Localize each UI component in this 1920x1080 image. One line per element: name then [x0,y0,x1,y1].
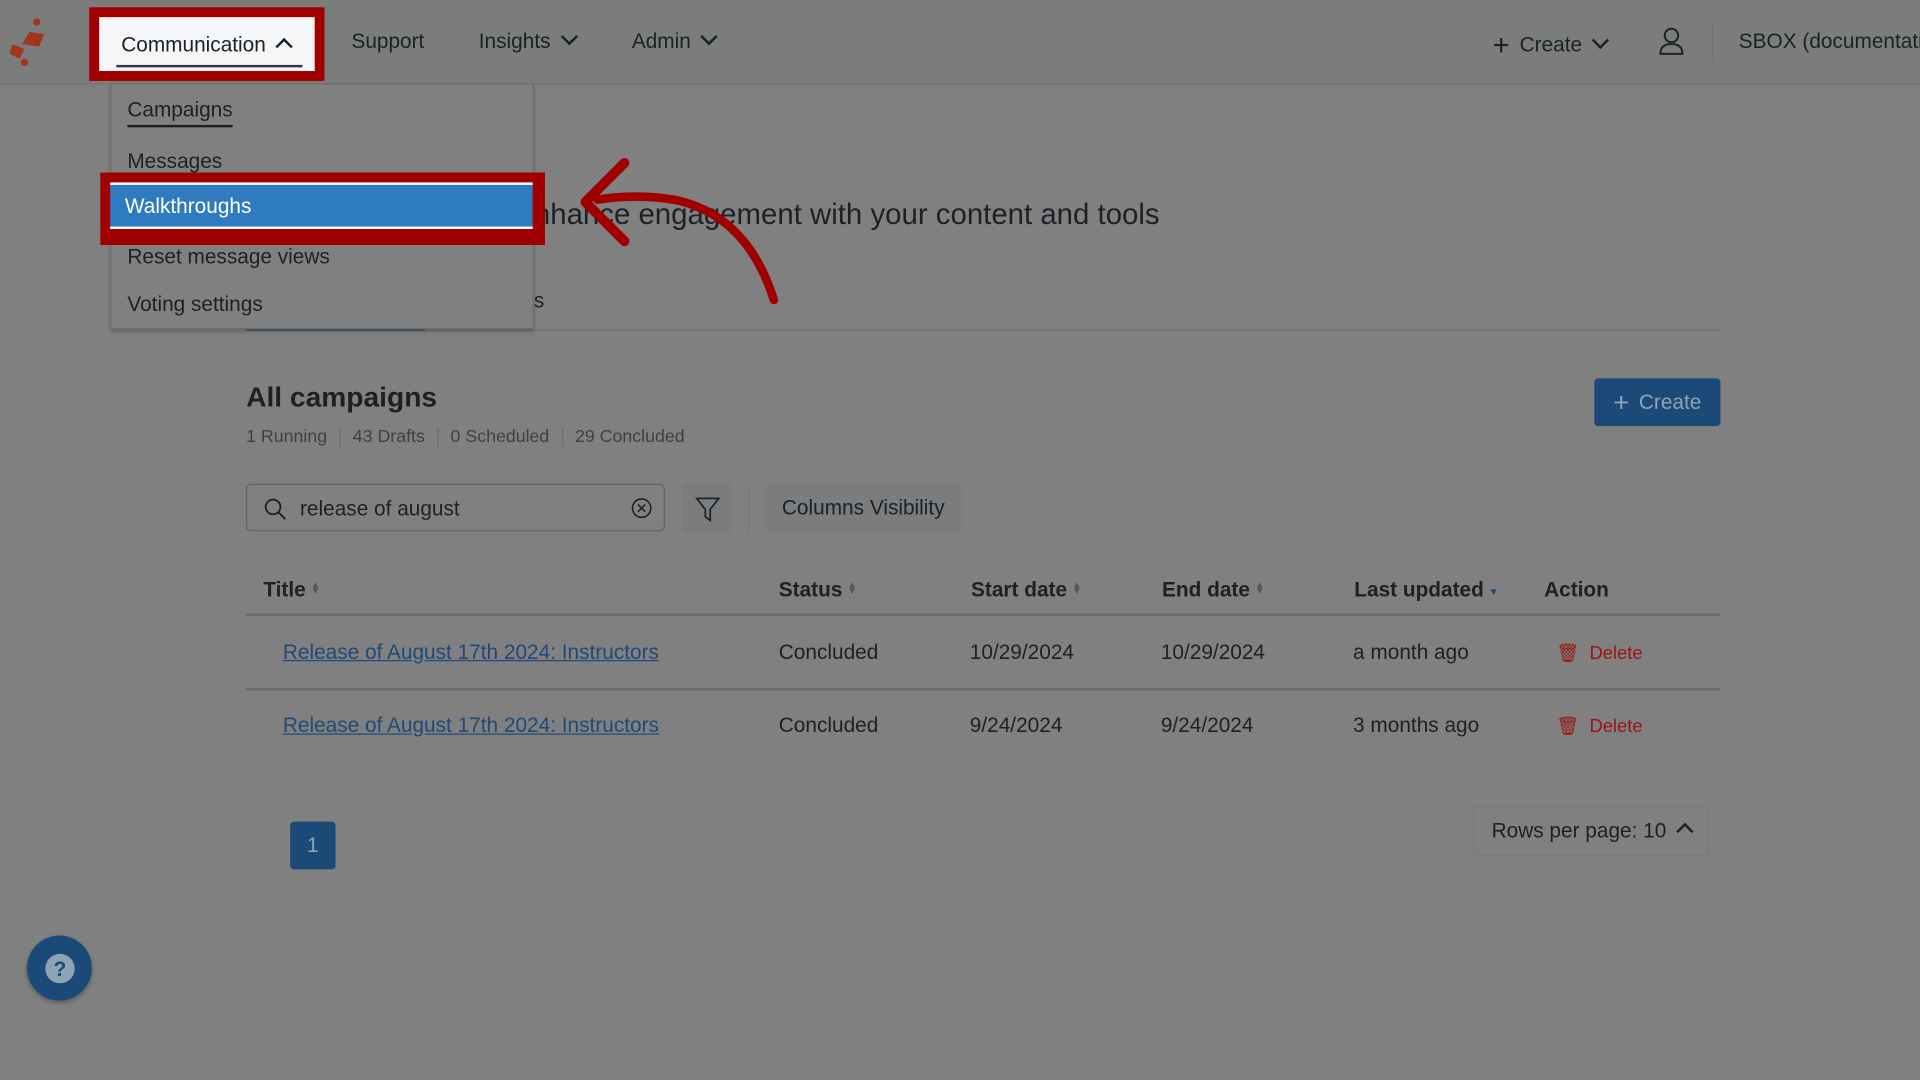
account-label: SBOX (documentati [1738,29,1920,53]
header-label: Status [778,577,843,602]
stat-running: 1 Running [246,427,328,447]
column-header-start-date[interactable]: Start date ▲ ▼ [971,578,1082,602]
nav-communication[interactable]: Communication [99,17,315,72]
last-updated-cell: a month ago [1353,640,1469,664]
page-button-1[interactable]: 1 [290,821,336,870]
sort-icon: ▲ ▼ [310,579,321,597]
stat-drafts: 43 Drafts [339,427,437,447]
end-date-cell: 10/29/2024 [1160,640,1266,664]
sort-icon: ▲ ▼ [847,579,858,597]
header-label: Start date [971,577,1068,602]
stat-scheduled: 0 Scheduled [437,427,561,447]
delete-label: Delete [1589,716,1643,738]
sort-icon: ▲ ▼ [1254,579,1265,597]
filter-button[interactable] [682,483,733,533]
nav-create-button[interactable]: + Create [1492,29,1610,63]
communication-nav-highlight: Communication [89,7,325,81]
end-date-cell: 9/24/2024 [1160,713,1254,738]
menu-item-label: Walkthroughs [124,194,252,218]
header-label: End date [1162,577,1250,602]
campaign-stats: 1 Running 43 Drafts 0 Scheduled 29 Concl… [246,427,697,447]
red-arrow-annotation [580,157,779,305]
tabs-divider [246,329,1721,331]
create-label: Create [1519,33,1583,57]
filter-icon [695,497,721,523]
menu-item-campaigns[interactable]: Campaigns [127,98,233,128]
trash-icon: 🗑 [1556,642,1580,664]
search-value: release of august [300,497,460,521]
user-icon[interactable] [1658,27,1685,56]
chevron-down-icon [700,28,718,46]
nav-label: Admin [631,29,691,53]
help-icon: ? [44,953,75,983]
help-button[interactable]: ? [26,935,92,1001]
trash-icon: 🗑 [1556,716,1580,738]
app-logo [9,18,45,67]
clear-search-icon[interactable] [631,497,653,519]
sort-icon: ▲ ▼ [1071,579,1082,597]
menu-item-messages[interactable]: Messages [127,149,222,173]
row-divider [246,688,1721,691]
toolbar-divider [748,484,750,532]
tab-fragment[interactable]: s [534,289,544,313]
column-header-status[interactable]: Status ▲ ▼ [779,578,857,602]
nav-label: Support [351,29,425,53]
create-label: Create [1638,390,1702,414]
columns-visibility-button[interactable]: Columns Visibility [765,483,962,533]
nav-admin[interactable]: Admin [631,28,718,53]
menu-item-voting-settings[interactable]: Voting settings [127,293,262,317]
svg-text:?: ? [53,957,66,980]
header-label: Last updated [1354,577,1484,602]
search-input[interactable]: release of august [246,483,665,532]
nav-support[interactable]: Support [351,29,424,53]
screen: Communication Support Insights Admin + Cr… [0,0,1920,1080]
rows-per-page-select[interactable]: Rows per page: 10 [1473,805,1710,856]
column-header-title[interactable]: Title ▲ ▼ [263,578,320,602]
nav-divider [1711,22,1714,62]
delete-button[interactable]: 🗑 Delete [1556,715,1642,737]
column-header-end-date[interactable]: End date ▲ ▼ [1162,578,1265,602]
stat-concluded: 29 Concluded [561,427,697,447]
chevron-down-icon [1591,31,1610,50]
account-switcher[interactable]: SBOX (documentati [1739,29,1920,53]
plus-icon: + [1613,386,1630,417]
header-divider [246,613,1721,616]
menu-item-walkthroughs[interactable]: Walkthroughs [110,182,533,229]
status-cell: Concluded [778,713,879,738]
start-date-cell: 9/24/2024 [969,713,1063,738]
chevron-down-icon [560,28,578,46]
status-cell: Concluded [778,640,879,664]
campaign-title-link[interactable]: Release of August 17th 2024: Instructors [283,640,659,664]
create-campaign-button[interactable]: + Create [1594,378,1721,427]
sort-desc-icon: ▼ [1488,586,1499,598]
nav-insights[interactable]: Insights [478,28,578,53]
plus-icon: + [1492,29,1510,63]
last-updated-cell: 3 months ago [1353,713,1480,738]
start-date-cell: 10/29/2024 [969,640,1074,664]
active-underline [116,64,303,68]
delete-button[interactable]: 🗑 Delete [1556,642,1642,664]
chevron-up-icon [1676,822,1694,840]
campaign-title-link[interactable]: Release of August 17th 2024: Instructors [283,714,659,738]
section-title: All campaigns [246,380,438,413]
delete-label: Delete [1589,642,1643,664]
search-icon [264,498,286,520]
nav-label: Communication [121,33,266,57]
rows-per-page-label: Rows per page: 10 [1491,818,1667,842]
menu-item-reset-message-views[interactable]: Reset message views [127,245,329,269]
walkthroughs-highlight: Walkthroughs [100,172,545,245]
column-header-action: Action [1544,577,1609,602]
chevron-up-icon [275,37,293,56]
column-header-last-updated[interactable]: Last updated ▼ [1354,578,1498,602]
nav-label: Insights [478,29,551,53]
header-label: Title [263,577,306,602]
